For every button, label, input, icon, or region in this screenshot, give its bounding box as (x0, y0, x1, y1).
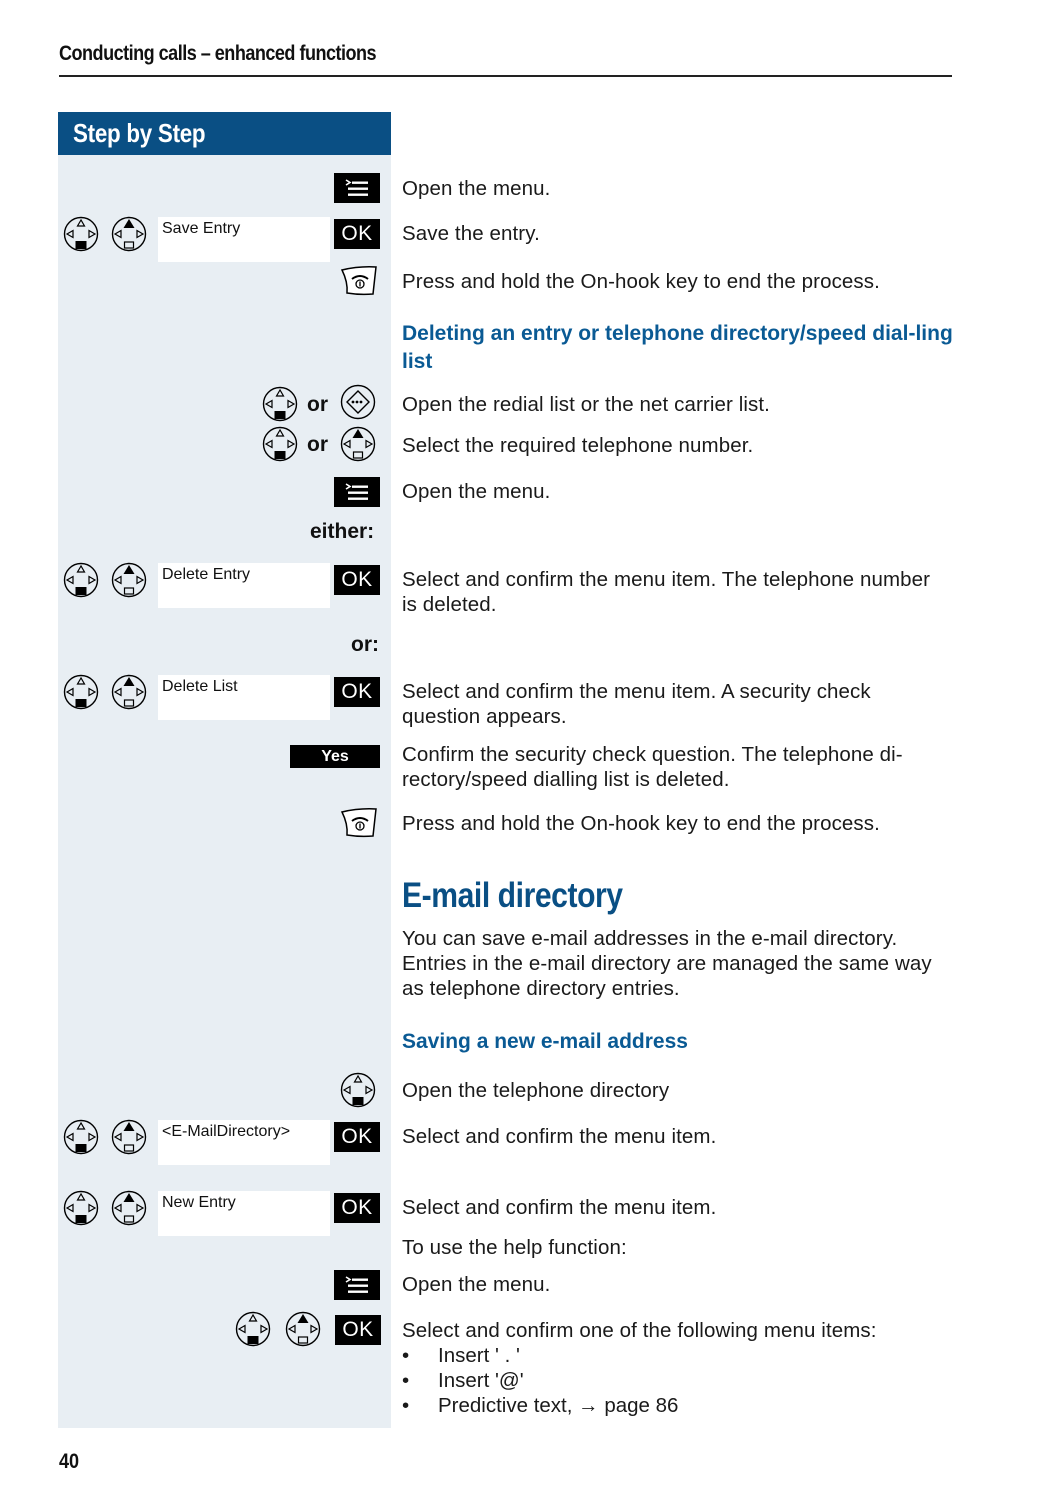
either-label: either: (310, 520, 375, 543)
step-open-menu: Open the menu. (402, 480, 551, 503)
nav-key-down-icon (62, 561, 100, 599)
nav-key-up-icon (110, 673, 148, 711)
list-item: Predictive text, → page 86 (402, 1393, 678, 1418)
nav-key-down-icon (62, 673, 100, 711)
display-text: Delete Entry (162, 566, 251, 583)
display-text: <E-MailDirectory> (162, 1123, 291, 1140)
save-entry-row: Save Entry OK (58, 215, 391, 263)
ok-key: OK (334, 1122, 380, 1152)
step-select-one: Select and confirm one of the following … (402, 1319, 877, 1342)
ok-key: OK (334, 677, 380, 707)
display-field: New Entry (158, 1191, 330, 1236)
redial-key-icon (339, 383, 377, 421)
list-item: Insert ' . ' (402, 1343, 678, 1368)
or-label: or (307, 433, 328, 456)
menu-key-icon (334, 477, 380, 507)
or-separator-label: or: (351, 633, 379, 656)
page-number: 40 (59, 1450, 80, 1473)
header-divider (59, 75, 952, 77)
step-delete-list: Select and confirm the menu item. A secu… (402, 680, 871, 728)
nav-key-up-icon (284, 1310, 322, 1348)
delete-entry-row: Delete Entry OK (58, 561, 391, 609)
display-field: Save Entry (158, 217, 330, 262)
step-by-step-title: Step by Step (73, 118, 206, 148)
display-text: Save Entry (162, 220, 241, 237)
step-confirm-security: Confirm the security check question. The… (402, 743, 903, 791)
step-email-directory: Select and confirm the menu item. (402, 1125, 717, 1148)
nav-key-down-icon (62, 215, 100, 253)
email-intro-text: You can save e-mail addresses in the e-m… (402, 927, 932, 1000)
nav-key-down-icon (62, 1118, 100, 1156)
or-label: or (307, 393, 328, 416)
step-select-number: Select the required telephone number. (402, 434, 754, 457)
step-by-step-header: Step by Step (58, 112, 391, 155)
step-new-entry: Select and confirm the menu item. (402, 1196, 717, 1219)
step-save-entry: Save the entry. (402, 222, 540, 245)
nav-key-down-icon (62, 1189, 100, 1227)
saving-email-subheading: Saving a new e-mail address (402, 1030, 688, 1053)
chapter-title: Conducting calls – enhanced functions (59, 42, 377, 65)
list-item: Insert '@' (402, 1368, 678, 1393)
ok-key: OK (334, 1193, 380, 1223)
display-field: Delete Entry (158, 563, 330, 608)
step-open-menu: Open the menu. (402, 1273, 551, 1296)
new-entry-row: New Entry OK (58, 1189, 391, 1237)
step-open-directory: Open the telephone directory (402, 1079, 670, 1102)
nav-key-down-icon (339, 1071, 377, 1109)
help-menu-items: Insert ' . ' Insert '@' Predictive text,… (402, 1343, 678, 1418)
display-text: Delete List (162, 678, 238, 695)
display-field: <E-MailDirectory> (158, 1120, 330, 1165)
help-intro-text: To use the help function: (402, 1236, 627, 1259)
step-onhook: Press and hold the On-hook key to end th… (402, 270, 880, 293)
delete-section-heading: Deleting an entry or telephone directory… (402, 322, 953, 373)
menu-key-icon (334, 1270, 380, 1300)
ok-key: OK (334, 565, 380, 595)
display-text: New Entry (162, 1194, 236, 1211)
nav-key-up-icon (110, 1118, 148, 1156)
step-open-menu: Open the menu. (402, 177, 551, 200)
display-field: Delete List (158, 675, 330, 720)
ok-key: OK (334, 219, 380, 249)
nav-key-down-icon (261, 425, 299, 463)
nav-key-down-icon (261, 385, 299, 423)
onhook-key-icon (339, 264, 379, 298)
email-directory-heading: E-mail directory (402, 876, 623, 915)
delete-list-row: Delete List OK (58, 673, 391, 721)
email-directory-row: <E-MailDirectory> OK (58, 1118, 391, 1166)
nav-key-down-icon (234, 1310, 272, 1348)
yes-key: Yes (290, 745, 380, 768)
nav-key-up-icon (110, 215, 148, 253)
nav-key-up-icon (110, 1189, 148, 1227)
onhook-key-icon (339, 806, 379, 840)
step-onhook: Press and hold the On-hook key to end th… (402, 812, 880, 835)
ok-key: OK (335, 1315, 381, 1345)
nav-key-up-icon (110, 561, 148, 599)
step-open-redial: Open the redial list or the net carrier … (402, 393, 770, 416)
menu-key-icon (334, 173, 380, 203)
nav-key-up-icon (339, 425, 377, 463)
step-delete-entry: Select and confirm the menu item. The te… (402, 568, 931, 616)
